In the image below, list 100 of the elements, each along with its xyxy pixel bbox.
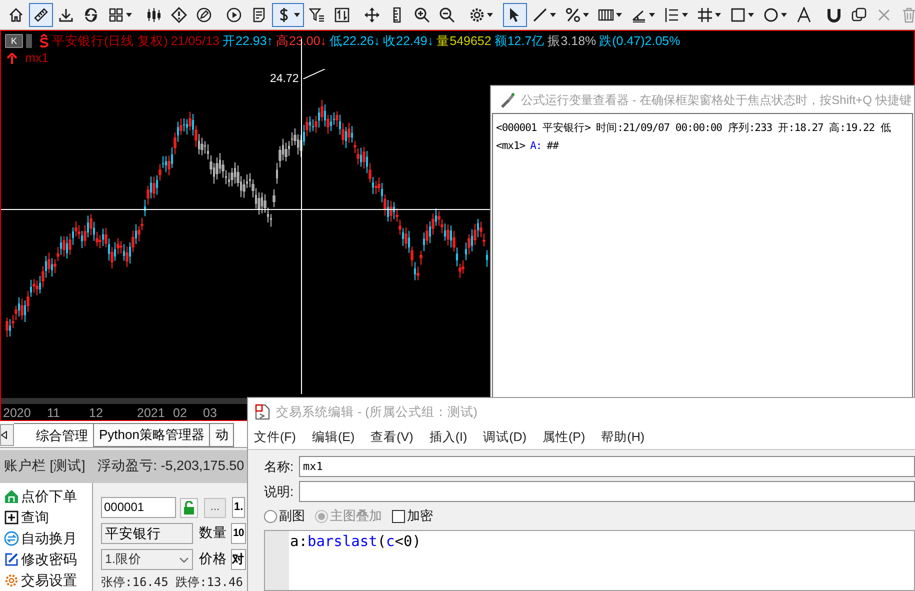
option-label: 主图叠加 — [330, 507, 382, 526]
code-editor[interactable]: a:barslast(c<0) — [264, 530, 915, 591]
grid-icon — [108, 6, 124, 22]
caret-icon — [682, 12, 688, 16]
caret-icon — [126, 12, 132, 16]
variable-name: A: — [530, 139, 542, 154]
quote-field: 收22.49↓ — [383, 32, 434, 50]
menu-item[interactable]: 属性(P) — [542, 428, 586, 447]
gear-icon — [4, 573, 19, 588]
menu-item[interactable]: 调试(D) — [483, 428, 526, 447]
description-field[interactable] — [299, 481, 915, 502]
text-tool-icon — [796, 6, 812, 22]
radio-button[interactable] — [264, 510, 277, 522]
circle-icon — [763, 6, 779, 22]
quote-field: 21/05/13 — [170, 32, 220, 50]
field-label: 说明: — [264, 482, 295, 501]
side-menu-item[interactable]: 查询 — [0, 507, 92, 528]
axis-label: 11 — [47, 405, 60, 420]
price-label: 价格 — [199, 550, 227, 568]
caret-icon — [748, 12, 754, 16]
side-menu-item[interactable]: 修改密码 — [0, 549, 92, 570]
output-label: <mx1> — [496, 139, 526, 154]
caret-icon — [649, 12, 655, 16]
variable-value: ## — [546, 139, 558, 154]
zoom-out-icon — [439, 6, 455, 22]
k-button[interactable]: K — [5, 34, 24, 48]
cursor-button[interactable] — [503, 2, 527, 26]
quote-field: 量549652 — [436, 32, 492, 50]
quote-field: 跌(0.47)2.05% — [599, 32, 680, 50]
unlock-button[interactable] — [180, 498, 198, 518]
indicator-name: mx1 — [25, 50, 49, 67]
caret-icon — [583, 12, 589, 16]
more-button[interactable]: ... — [204, 498, 226, 518]
copy-icon — [851, 6, 867, 22]
tab[interactable]: Python策略管理器 — [94, 423, 210, 447]
play-icon — [226, 6, 242, 22]
side-menu-item[interactable]: 交易设置 — [0, 570, 92, 591]
checkbox[interactable] — [392, 510, 405, 522]
side-menu-item[interactable]: 点价下单 — [0, 486, 92, 507]
price-limits: 张停:16.45 跌停:13.46 — [101, 574, 244, 591]
floating-pnl: 浮动盈亏: -5,203,175.50 — [97, 457, 244, 476]
caret-icon — [715, 12, 721, 16]
order-type-dropdown[interactable]: 1.限价 — [101, 549, 193, 570]
leader-line — [303, 69, 325, 79]
caret-icon — [487, 12, 493, 16]
rectangle-icon — [730, 6, 746, 22]
magnet-icon — [826, 6, 842, 22]
filter-icon — [309, 6, 325, 22]
candlestick-icon — [146, 6, 162, 22]
k-menu-button[interactable] — [26, 34, 32, 48]
percent-icon — [565, 6, 581, 22]
move-arrows-icon — [364, 6, 380, 22]
code-token: a: — [290, 534, 308, 550]
stock-symbol-icon — [39, 34, 50, 48]
price-field[interactable]: 对 — [231, 549, 246, 570]
caret-icon — [616, 12, 622, 16]
code-field[interactable]: 000001 — [101, 497, 176, 518]
parallel-lines-icon — [664, 6, 680, 22]
account-field[interactable]: 1. — [232, 497, 245, 518]
up-arrow-icon — [7, 52, 17, 64]
code-token: barslast — [307, 534, 378, 550]
axis-label: 02 — [173, 405, 187, 420]
trash-icon — [901, 6, 915, 22]
document-icon — [255, 404, 270, 420]
quantity-label: 数量 — [199, 524, 227, 542]
axis-label: 12 — [89, 405, 103, 420]
house-icon — [4, 489, 19, 504]
output-line: <000001 平安银行> 时间:21/09/07 00:00:00 序列:233 开:18.27 高:19.22 低 — [496, 121, 892, 136]
field-label: 名称: — [264, 458, 295, 476]
menu-item[interactable]: 插入(I) — [429, 428, 468, 447]
zoom-in-icon — [414, 6, 430, 22]
window-title: 公式运行变量查看器 - 在确保框架窗格处于焦点状态时，按Shift+Q 快捷键 — [521, 92, 912, 108]
diagonal-line-icon — [532, 6, 548, 22]
flashlight-icon — [499, 92, 515, 108]
axis-label: 2021 — [137, 405, 165, 420]
download-icon — [58, 6, 74, 22]
code-token: c — [386, 534, 395, 550]
ruler-button[interactable] — [29, 2, 53, 26]
close-icon — [876, 6, 892, 22]
menu-item[interactable]: 编辑(E) — [312, 428, 355, 447]
edit-icon — [196, 6, 212, 22]
document-icon — [251, 6, 267, 22]
tab[interactable]: 动 — [210, 423, 234, 447]
scroll-left-button[interactable] — [0, 424, 14, 446]
tab[interactable]: 综合管理 — [14, 423, 94, 447]
edit-box-icon — [4, 552, 19, 567]
dollar-button[interactable] — [272, 2, 304, 26]
caret-icon — [550, 12, 556, 16]
instrument-name-field: 平安银行 — [101, 523, 193, 544]
plus-box-icon — [4, 510, 19, 525]
name-field[interactable]: mx1 — [299, 456, 915, 477]
code-token: ( — [377, 534, 386, 550]
axis-label: 2020 — [3, 405, 31, 420]
menu-item[interactable]: 帮助(H) — [601, 428, 645, 447]
menu-item[interactable]: 查看(V) — [370, 428, 414, 447]
caret-icon — [294, 12, 300, 16]
menu-item[interactable]: 文件(F) — [254, 428, 296, 447]
quantity-field[interactable]: 10 — [231, 523, 246, 544]
option-label: 副图 — [279, 507, 305, 526]
side-menu-item[interactable]: 自动换月 — [0, 528, 92, 549]
